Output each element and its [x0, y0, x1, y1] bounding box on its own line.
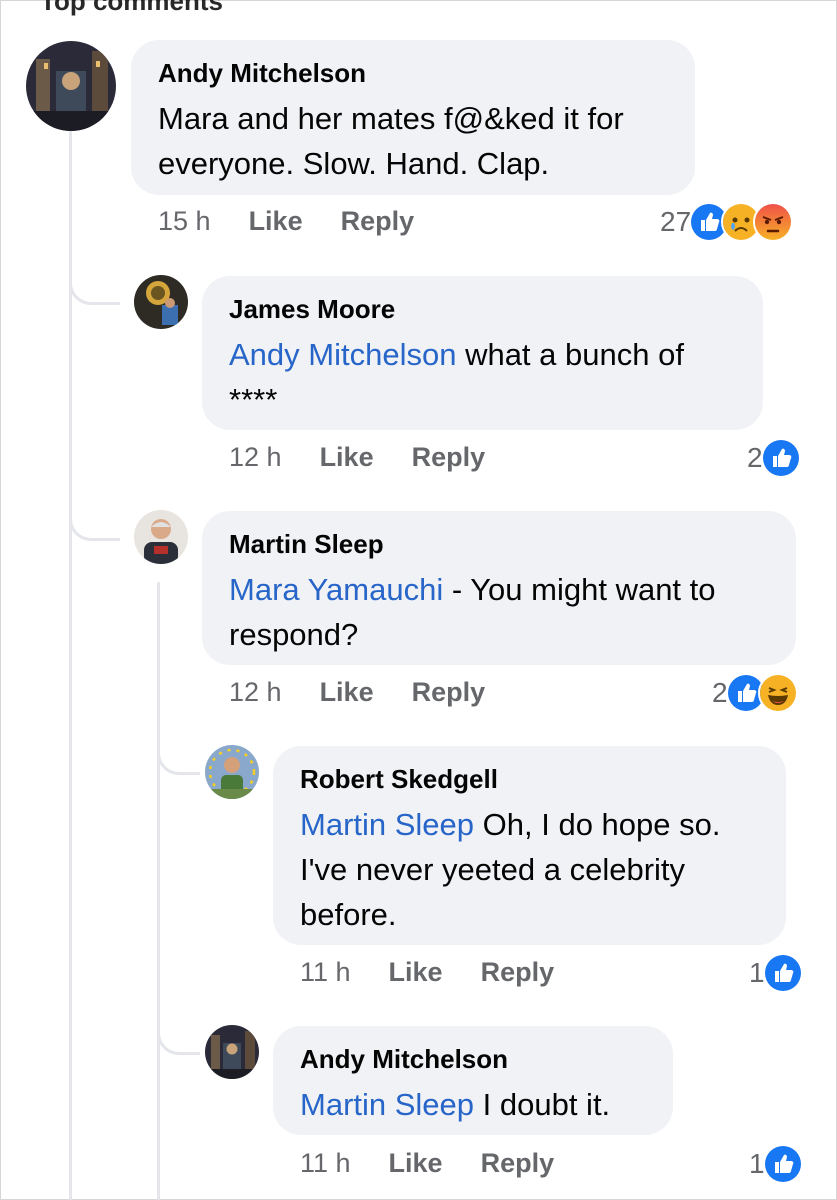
avatar[interactable] — [205, 745, 259, 799]
like-icon — [762, 1144, 803, 1184]
thread-branch — [157, 1028, 200, 1055]
avatar-photo-icon — [134, 510, 188, 564]
avatar[interactable] — [134, 510, 188, 564]
avatar-photo-icon — [134, 275, 188, 329]
comment-text: Mara and her mates f@&ked it for everyon… — [158, 101, 624, 181]
comment-actions: 12 h Like Reply — [229, 442, 485, 473]
thread-branch — [157, 748, 200, 775]
comment-author[interactable]: Andy Mitchelson — [300, 1043, 646, 1075]
avatar-photo-icon — [205, 745, 259, 799]
mention-link[interactable]: Martin Sleep — [300, 1087, 474, 1122]
comment-actions: 15 h Like Reply — [158, 206, 414, 237]
comment-bubble[interactable]: Andy Mitchelson Martin Sleep I doubt it. — [273, 1026, 673, 1135]
like-icon — [760, 438, 801, 478]
comment-author[interactable]: Martin Sleep — [229, 528, 769, 560]
comment-time[interactable]: 12 h — [229, 677, 282, 708]
avatar[interactable] — [205, 1025, 259, 1079]
comment-bubble[interactable]: Martin Sleep Mara Yamauchi - You might w… — [202, 511, 796, 665]
comment-time[interactable]: 12 h — [229, 442, 282, 473]
like-button[interactable]: Like — [389, 1148, 443, 1179]
avatar-photo-icon — [205, 1025, 259, 1079]
haha-icon — [757, 673, 798, 713]
reaction-summary[interactable]: 1 — [749, 1144, 803, 1184]
comment-author[interactable]: Robert Skedgell — [300, 763, 759, 795]
thread-branch — [69, 514, 120, 541]
thread-branch — [69, 278, 120, 305]
like-button[interactable]: Like — [389, 957, 443, 988]
avatar[interactable] — [26, 41, 116, 131]
like-button[interactable]: Like — [320, 442, 374, 473]
comment-time[interactable]: 11 h — [300, 1148, 351, 1179]
comment-bubble[interactable]: Andy Mitchelson Mara and her mates f@&ke… — [131, 40, 695, 195]
reaction-summary[interactable]: 27 — [660, 202, 794, 242]
mention-link[interactable]: Martin Sleep — [300, 807, 474, 842]
mention-link[interactable]: Andy Mitchelson — [229, 337, 456, 372]
comment-text: Martin Sleep Oh, I do hope so. I've neve… — [300, 802, 759, 937]
section-title: Top comments — [40, 0, 223, 16]
thread-line-nested — [157, 582, 160, 1200]
reaction-count: 27 — [660, 206, 692, 237]
comment-bubble[interactable]: James Moore Andy Mitchelson what a bunch… — [202, 276, 763, 430]
reaction-summary[interactable]: 2 — [747, 438, 801, 478]
angry-icon — [753, 202, 794, 242]
mention-link[interactable]: Mara Yamauchi — [229, 572, 443, 607]
reply-button[interactable]: Reply — [341, 206, 415, 237]
comment-actions: 12 h Like Reply — [229, 677, 485, 708]
comment-text: Andy Mitchelson what a bunch of **** — [229, 332, 736, 422]
comment-author[interactable]: James Moore — [229, 293, 736, 325]
comment-actions: 11 h Like Reply — [300, 1148, 554, 1179]
reply-button[interactable]: Reply — [412, 677, 486, 708]
avatar[interactable] — [134, 275, 188, 329]
comment-actions: 11 h Like Reply — [300, 957, 554, 988]
comment-body: I doubt it. — [474, 1087, 611, 1122]
comment-text: Mara Yamauchi - You might want to respon… — [229, 567, 769, 657]
like-button[interactable]: Like — [249, 206, 303, 237]
comment-time[interactable]: 15 h — [158, 206, 211, 237]
comment-author[interactable]: Andy Mitchelson — [158, 57, 668, 89]
reaction-summary[interactable]: 1 — [749, 953, 803, 993]
comment-text: Martin Sleep I doubt it. — [300, 1082, 646, 1127]
like-icon — [762, 953, 803, 993]
reply-button[interactable]: Reply — [481, 1148, 555, 1179]
reply-button[interactable]: Reply — [481, 957, 555, 988]
avatar-photo-icon — [26, 41, 116, 131]
comment-time[interactable]: 11 h — [300, 957, 351, 988]
comment-bubble[interactable]: Robert Skedgell Martin Sleep Oh, I do ho… — [273, 746, 786, 945]
reaction-summary[interactable]: 2 — [712, 673, 798, 713]
like-button[interactable]: Like — [320, 677, 374, 708]
reply-button[interactable]: Reply — [412, 442, 486, 473]
